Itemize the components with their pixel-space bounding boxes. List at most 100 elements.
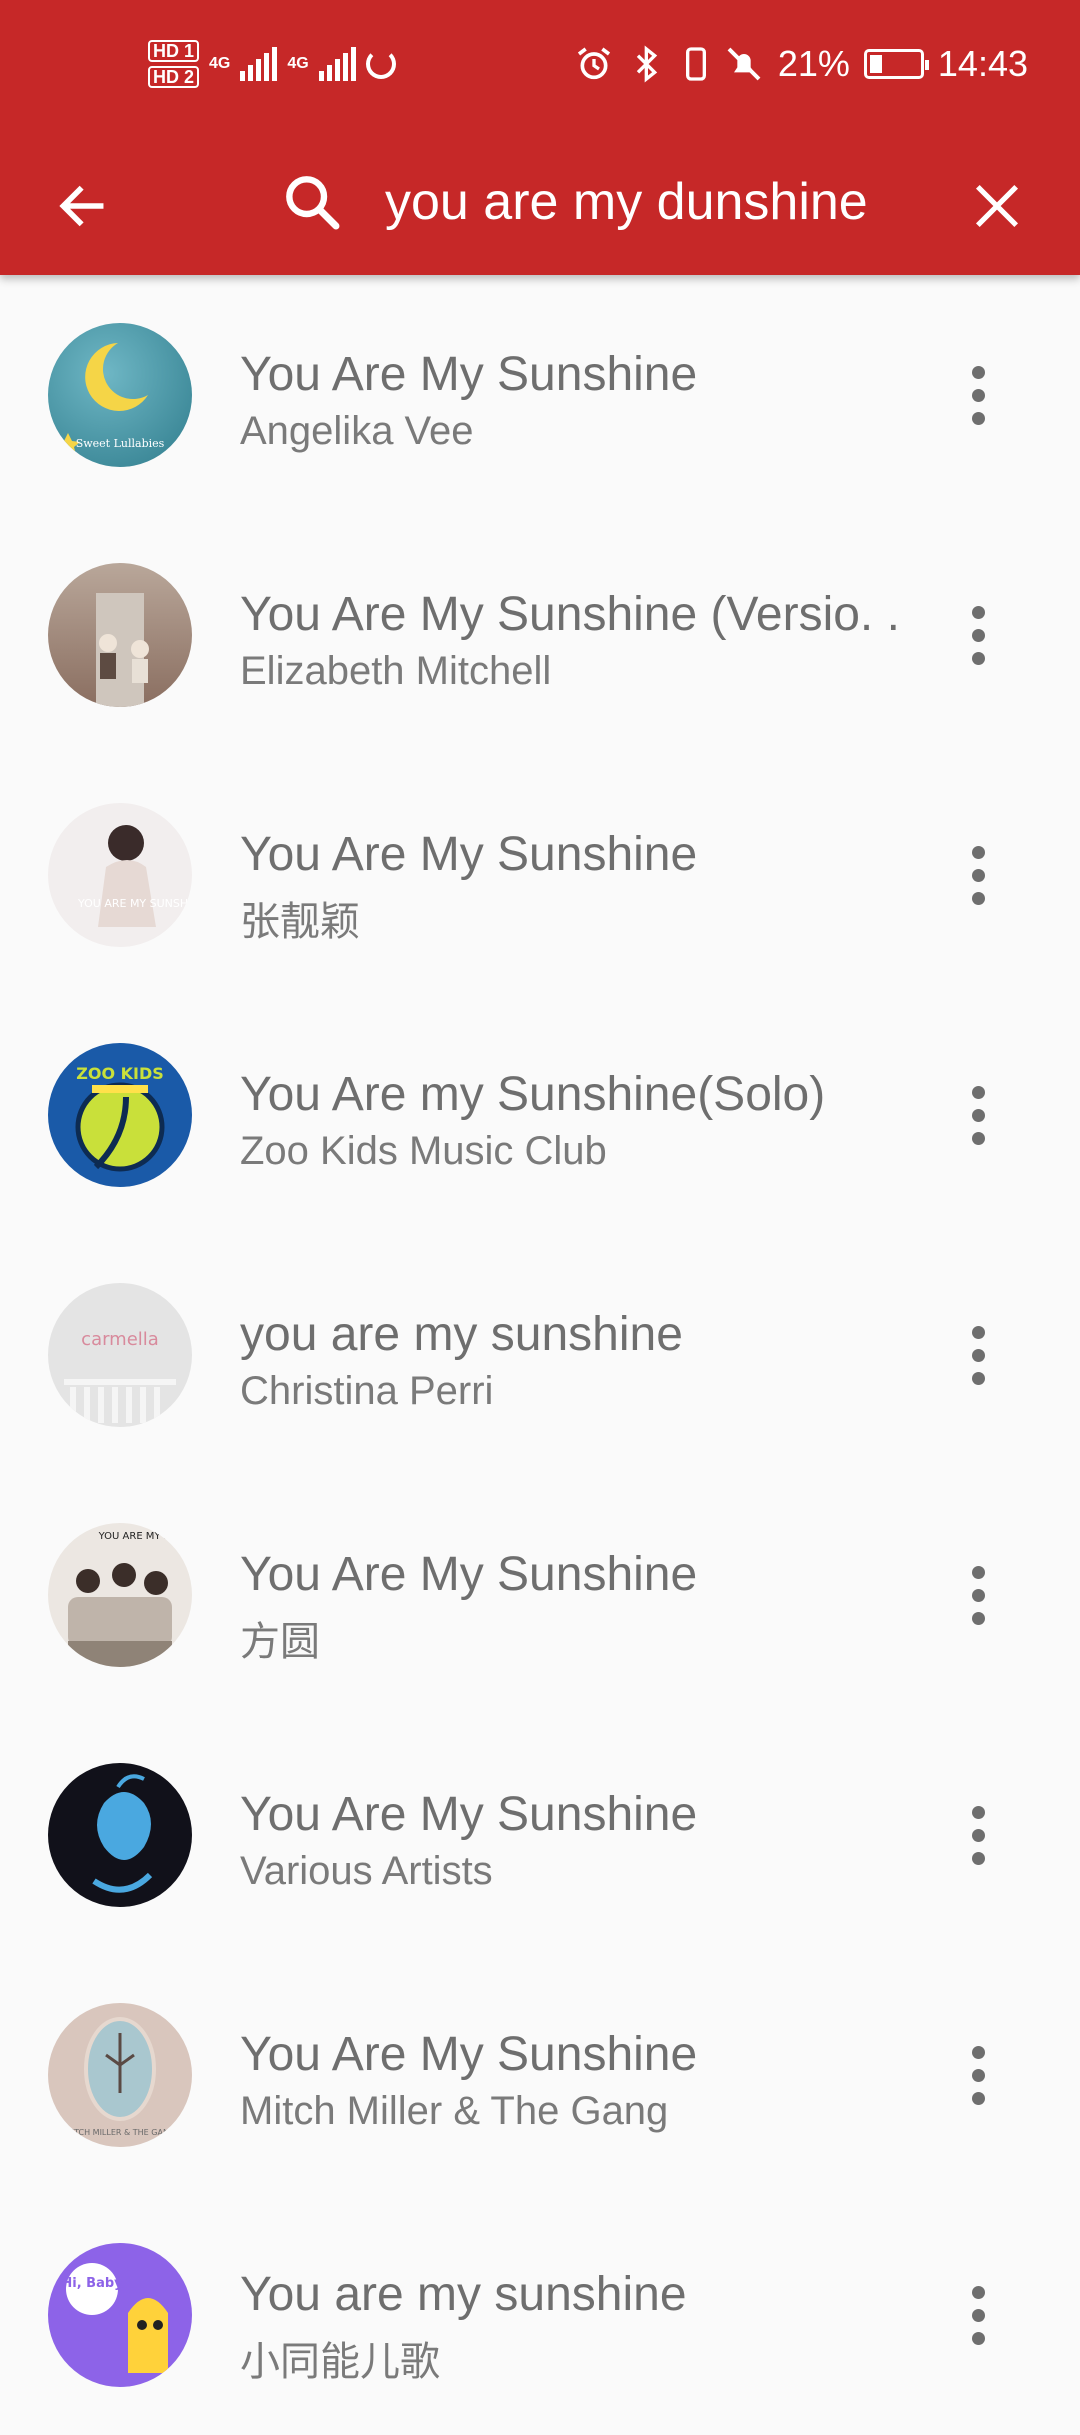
more-vert-icon xyxy=(971,2285,985,2299)
more-vert-icon-dot xyxy=(971,2091,985,2105)
album-art: carmella xyxy=(48,1283,192,1427)
search-results-list: Sweet Lullabies You Are My Sunshine Ange… xyxy=(0,275,1080,2435)
search-toolbar: you are my dunshine xyxy=(0,130,1080,275)
song-title: You Are my Sunshine(Solo) xyxy=(240,1068,826,1121)
more-options-button[interactable] xyxy=(948,595,1008,675)
more-vert-icon-dot xyxy=(971,388,985,402)
result-row[interactable]: You Are My Sunshine (Versio. . Elizabeth… xyxy=(0,515,1080,755)
song-artist: Various Artists xyxy=(240,1849,493,1893)
more-vert-icon-dot xyxy=(971,2308,985,2322)
album-art xyxy=(48,563,192,707)
more-vert-icon-dot xyxy=(971,1108,985,1122)
song-title: You Are My Sunshine (Versio. . xyxy=(240,588,900,641)
network-type-1: 4G xyxy=(209,55,231,72)
back-button[interactable] xyxy=(40,164,124,248)
result-row[interactable]: MITCH MILLER & THE GANG You Are My Sunsh… xyxy=(0,1955,1080,2195)
result-row[interactable]: ZOO KIDS You Are my Sunshine(Solo) Zoo K… xyxy=(0,995,1080,1235)
hd-indicators: HD 1 HD 2 xyxy=(148,40,200,88)
battery-percent: 21% xyxy=(777,43,850,84)
more-options-button[interactable] xyxy=(948,1795,1008,1875)
album-art-label: carmella xyxy=(81,1329,159,1350)
more-vert-icon xyxy=(971,2045,985,2059)
album-art-label: ZOO KIDS xyxy=(76,1064,164,1083)
song-title: You are my sunshine xyxy=(240,2268,687,2321)
network-type-2: 4G xyxy=(287,55,309,72)
close-icon xyxy=(975,184,1019,228)
song-artist: Elizabeth Mitchell xyxy=(240,649,552,693)
album-art-label: Sweet Lullabies xyxy=(76,437,165,450)
more-vert-icon-dot xyxy=(971,1588,985,1602)
more-options-button[interactable] xyxy=(948,2035,1008,2115)
vibrate-icon xyxy=(685,47,706,81)
search-input[interactable]: you are my dunshine xyxy=(385,160,925,244)
song-title: You Are My Sunshine xyxy=(240,2028,698,2081)
album-art: Sweet Lullabies xyxy=(48,323,192,467)
signal-icon xyxy=(240,47,278,81)
status-right: 21% 14:43 xyxy=(574,34,1028,94)
more-vert-icon-dot xyxy=(971,891,985,905)
more-options-button[interactable] xyxy=(948,835,1008,915)
album-art-label: Hi, Baby xyxy=(61,2276,123,2291)
clear-search-button[interactable] xyxy=(955,164,1039,248)
album-art: Hi, Baby xyxy=(48,2243,192,2387)
more-vert-icon-dot xyxy=(971,2068,985,2082)
more-vert-icon-dot xyxy=(971,868,985,882)
more-vert-icon xyxy=(971,605,985,619)
song-artist: 张靓颖 xyxy=(240,900,360,944)
alarm-icon xyxy=(577,47,610,80)
song-artist: Zoo Kids Music Club xyxy=(240,1129,607,1173)
more-vert-icon xyxy=(971,365,985,379)
bluetooth-icon xyxy=(636,45,658,83)
sync-icon xyxy=(365,49,396,79)
album-art-label: MITCH MILLER & THE GANG xyxy=(65,2128,175,2137)
clock: 14:43 xyxy=(937,43,1028,84)
more-vert-icon-dot xyxy=(971,1851,985,1865)
more-vert-icon-dot xyxy=(971,651,985,665)
battery-charging-icon xyxy=(863,49,929,79)
search-icon xyxy=(280,170,344,234)
album-art: MITCH MILLER & THE GANG xyxy=(48,2003,192,2147)
album-art xyxy=(48,1763,192,1907)
more-vert-icon-dot xyxy=(971,628,985,642)
album-art: YOU ARE MY SU xyxy=(48,1523,192,1667)
result-row[interactable]: YOU ARE MY SUNSHINE You Are My Sunshine … xyxy=(0,755,1080,995)
more-vert-icon xyxy=(971,1565,985,1579)
more-vert-icon-dot xyxy=(971,1828,985,1842)
more-options-button[interactable] xyxy=(948,1075,1008,1155)
song-artist: Mitch Miller & The Gang xyxy=(240,2089,669,2133)
more-options-button[interactable] xyxy=(948,2275,1008,2355)
song-artist: 小同能儿歌 xyxy=(240,2340,440,2384)
song-title: You Are My Sunshine xyxy=(240,1548,698,1601)
song-title: You Are My Sunshine xyxy=(240,348,698,401)
signal-icon xyxy=(318,47,356,81)
arrow-left-icon xyxy=(59,185,104,227)
more-vert-icon xyxy=(971,845,985,859)
song-title: you are my sunshine xyxy=(240,1308,683,1361)
song-artist: Angelika Vee xyxy=(240,409,474,453)
app-bar: HD 1 HD 2 4G 4G 21% 14:43 you are my dun… xyxy=(0,0,1080,275)
song-artist: Christina Perri xyxy=(240,1369,494,1413)
result-row[interactable]: You Are My Sunshine Various Artists xyxy=(0,1715,1080,1955)
result-row[interactable]: carmella you are my sunshine Christina P… xyxy=(0,1235,1080,1475)
more-vert-icon xyxy=(971,1805,985,1819)
result-row[interactable]: Hi, Baby You are my sunshine 小同能儿歌 xyxy=(0,2195,1080,2435)
song-title: You Are My Sunshine xyxy=(240,1788,698,1841)
hd2-badge: HD 2 xyxy=(148,66,200,88)
mute-icon xyxy=(727,47,761,81)
album-art: YOU ARE MY SUNSHINE xyxy=(48,803,192,947)
more-vert-icon-dot xyxy=(971,1348,985,1362)
more-vert-icon-dot xyxy=(971,1131,985,1145)
more-options-button[interactable] xyxy=(948,1555,1008,1635)
album-art: ZOO KIDS xyxy=(48,1043,192,1187)
album-art-label: YOU ARE MY SU xyxy=(98,1531,178,1542)
song-title: You Are My Sunshine xyxy=(240,828,698,881)
result-row[interactable]: YOU ARE MY SU You Are My Sunshine 方圆 xyxy=(0,1475,1080,1715)
more-options-button[interactable] xyxy=(948,1315,1008,1395)
album-art-label: YOU ARE MY SUNSHINE xyxy=(77,897,192,910)
more-vert-icon-dot xyxy=(971,2331,985,2345)
result-row[interactable]: Sweet Lullabies You Are My Sunshine Ange… xyxy=(0,275,1080,515)
more-vert-icon xyxy=(971,1325,985,1339)
status-bar: HD 1 HD 2 4G 4G 21% 14:43 xyxy=(0,0,1080,130)
more-vert-icon xyxy=(971,1085,985,1099)
more-options-button[interactable] xyxy=(948,355,1008,435)
